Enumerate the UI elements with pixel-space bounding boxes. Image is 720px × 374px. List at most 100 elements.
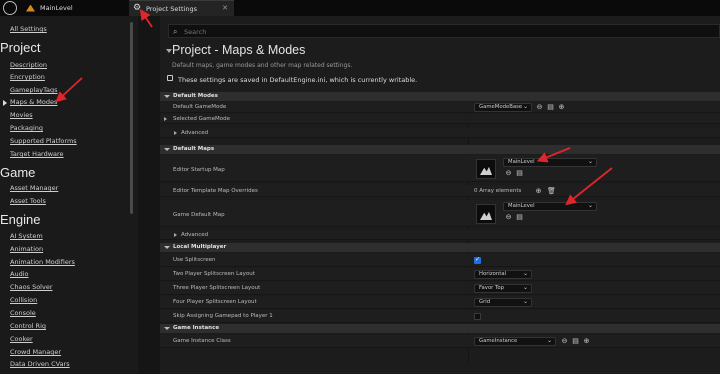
tab-main-level-label: MainLevel	[40, 4, 73, 12]
two-player-layout-dropdown[interactable]: Horizontal ⌄	[474, 270, 532, 279]
row-game-instance-class: Game Instance Class GameInstance ⌄ ⊖ ▤ ⊕	[160, 335, 720, 348]
sidebar-item-control-rig[interactable]: Control Rig	[10, 322, 46, 330]
row-default-modes-advanced[interactable]: Advanced	[160, 128, 720, 138]
game-default-map-label: Game Default Map	[173, 212, 225, 218]
section-label: Game Instance	[173, 325, 220, 331]
three-player-layout-value: Favor Top	[479, 285, 504, 291]
close-icon[interactable]: ✕	[222, 4, 228, 12]
editor-startup-map-value: MainLevel	[508, 159, 535, 165]
search-box[interactable]: ⌕	[168, 24, 720, 38]
folder-icon[interactable]: ▤	[516, 170, 523, 177]
sidebar-item-all-settings[interactable]: All Settings	[10, 25, 47, 33]
folder-icon[interactable]: ▤	[516, 214, 523, 221]
add-icon[interactable]: ⊕	[535, 188, 542, 195]
editor-startup-map-dropdown[interactable]: MainLevel ⌄	[503, 158, 597, 167]
section-local-multiplayer[interactable]: Local Multiplayer	[160, 243, 720, 252]
browse-icon[interactable]: ⊖	[561, 338, 568, 345]
skip-gamepad-checkbox[interactable]	[474, 313, 481, 320]
sidebar-item-gameplaytags[interactable]: GameplayTags	[10, 86, 58, 94]
sidebar-item-encryption[interactable]: Encryption	[10, 73, 45, 81]
row-default-maps-advanced[interactable]: Advanced	[160, 230, 720, 240]
four-player-layout-value: Grid	[479, 299, 491, 305]
sidebar-item-audio[interactable]: Audio	[10, 270, 28, 278]
three-player-layout-dropdown[interactable]: Favor Top ⌄	[474, 284, 532, 293]
row-selected-gamemode[interactable]: Selected GameMode	[160, 114, 720, 124]
sidebar-item-cooker[interactable]: Cooker	[10, 335, 33, 343]
row-default-gamemode: Default GameMode GameModeBase ⌄ ⊖ ▤ ⊕	[160, 102, 720, 113]
game-default-map-dropdown[interactable]: MainLevel ⌄	[503, 202, 597, 211]
use-splitscreen-label: Use Splitscreen	[173, 257, 216, 263]
sidebar-item-packaging[interactable]: Packaging	[10, 124, 43, 132]
sidebar-scrollbar[interactable]	[130, 22, 133, 214]
sidebar-item-description[interactable]: Description	[10, 61, 47, 69]
game-instance-class-label: Game Instance Class	[173, 338, 231, 344]
row-skip-assigning-gamepad: Skip Assigning Gamepad to Player 1	[160, 310, 720, 323]
tab-main-level[interactable]: MainLevel	[26, 0, 126, 16]
sidebar-item-asset-tools[interactable]: Asset Tools	[10, 197, 46, 205]
page-title: Project - Maps & Modes	[172, 43, 306, 57]
skip-gamepad-label: Skip Assigning Gamepad to Player 1	[173, 313, 273, 319]
sidebar-item-asset-manager[interactable]: Asset Manager	[10, 184, 58, 192]
default-gamemode-dropdown[interactable]: GameModeBase ⌄	[474, 103, 532, 112]
four-player-layout-dropdown[interactable]: Grid ⌄	[474, 298, 532, 307]
two-player-layout-value: Horizontal	[479, 271, 507, 277]
sidebar-item-animation-modifiers[interactable]: Animation Modifiers	[10, 258, 75, 266]
sidebar-item-chaos-solver[interactable]: Chaos Solver	[10, 283, 53, 291]
collapse-arrow-icon	[164, 148, 170, 151]
row-editor-template-map-overrides: Editor Template Map Overrides 0 Array el…	[160, 185, 720, 197]
search-input[interactable]	[184, 26, 584, 37]
add-icon[interactable]: ⊕	[583, 338, 590, 345]
browse-icon[interactable]: ⊖	[505, 214, 512, 221]
sidebar-heading-engine: Engine	[0, 212, 41, 227]
editor-startup-map-thumbnail[interactable]	[476, 159, 496, 179]
sidebar-item-crowd-manager[interactable]: Crowd Manager	[10, 348, 61, 356]
chevron-down-icon: ⌄	[522, 270, 528, 277]
section-game-instance[interactable]: Game Instance	[160, 324, 720, 333]
section-default-modes[interactable]: Default Modes	[160, 92, 720, 101]
expand-arrow-icon	[174, 233, 177, 237]
selected-gamemode-label: Selected GameMode	[173, 116, 230, 122]
advanced-label: Advanced	[181, 232, 209, 238]
collapse-arrow-icon	[164, 327, 170, 330]
folder-icon[interactable]: ▤	[547, 104, 554, 111]
sidebar-item-data-driven-cvars[interactable]: Data Driven CVars	[10, 360, 70, 368]
writable-notice: These settings are saved in DefaultEngin…	[178, 76, 418, 84]
add-icon[interactable]: ⊕	[558, 104, 565, 111]
section-label: Default Maps	[173, 146, 215, 152]
editor-template-map-label: Editor Template Map Overrides	[173, 188, 258, 194]
chevron-down-icon: ⌄	[587, 202, 593, 209]
unreal-logo-icon[interactable]	[3, 1, 17, 15]
section-default-maps[interactable]: Default Maps	[160, 145, 720, 154]
selected-item-arrow-icon	[3, 100, 7, 106]
game-instance-class-dropdown[interactable]: GameInstance ⌄	[474, 337, 556, 346]
sidebar-item-maps-modes[interactable]: Maps & Modes	[10, 98, 57, 106]
sidebar-item-animation[interactable]: Animation	[10, 245, 43, 253]
editor-startup-map-label: Editor Startup Map	[173, 167, 225, 173]
default-gamemode-value: GameModeBase	[479, 104, 523, 110]
browse-icon[interactable]: ⊖	[505, 170, 512, 177]
two-player-layout-label: Two Player Splitscreen Layout	[173, 271, 255, 277]
sidebar-item-collision[interactable]: Collision	[10, 296, 37, 304]
sidebar-item-ai-system[interactable]: AI System	[10, 232, 43, 240]
folder-icon[interactable]: ▤	[572, 338, 579, 345]
four-player-layout-label: Four Player Splitscreen Layout	[173, 299, 257, 305]
game-default-map-thumbnail[interactable]	[476, 204, 496, 224]
tab-project-settings[interactable]: ⚙ Project Settings ✕	[129, 0, 234, 16]
sidebar-item-console[interactable]: Console	[10, 309, 36, 317]
game-default-map-value: MainLevel	[508, 203, 535, 209]
sidebar-item-movies[interactable]: Movies	[10, 111, 33, 119]
browse-icon[interactable]: ⊖	[536, 104, 543, 111]
trash-icon[interactable]: 🗑	[547, 188, 556, 195]
chevron-down-icon: ⌄	[522, 298, 528, 305]
sidebar-item-target-hardware[interactable]: Target Hardware	[10, 150, 64, 158]
settings-main-panel: ⌕ Project - Maps & Modes Default maps, g…	[160, 16, 720, 374]
page-subtitle: Default maps, game modes and other map r…	[172, 62, 353, 69]
use-splitscreen-checkbox[interactable]	[474, 256, 481, 264]
chevron-down-icon: ⌄	[522, 103, 528, 110]
row-two-player-layout: Two Player Splitscreen Layout Horizontal…	[160, 268, 720, 281]
chevron-down-icon: ⌄	[522, 284, 528, 291]
top-tab-bar: MainLevel ⚙ Project Settings ✕	[0, 0, 720, 16]
sidebar-item-supported-platforms[interactable]: Supported Platforms	[10, 137, 77, 145]
expand-arrow-icon	[174, 131, 177, 135]
collapse-arrow-icon	[164, 246, 170, 249]
